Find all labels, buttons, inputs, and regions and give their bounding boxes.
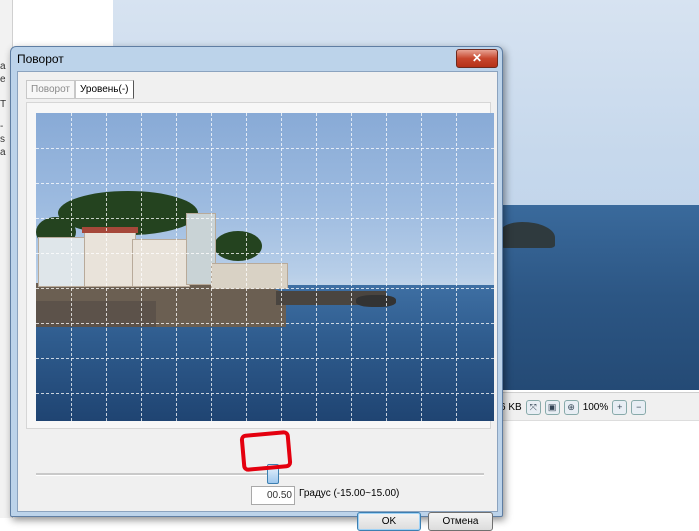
grid-line (36, 253, 494, 254)
zoom-level: 100% (582, 401, 609, 413)
dialog-title: Поворот (17, 52, 64, 66)
close-button[interactable]: ✕ (456, 49, 498, 68)
zoom-fit-icon[interactable]: ⊕ (563, 399, 579, 415)
grid-line (36, 323, 494, 324)
actual-size-icon[interactable]: ▣ (544, 399, 560, 415)
background-text-fragment: s (0, 134, 5, 145)
cancel-button[interactable]: Отмена (428, 512, 493, 531)
tab-level[interactable]: Уровень(-) (75, 80, 134, 99)
filesize-label: 6 KB (500, 401, 522, 413)
grid-line (456, 113, 457, 421)
grid-line (246, 113, 247, 421)
grid-line (316, 113, 317, 421)
grid-line (36, 183, 494, 184)
angle-value-input[interactable]: 00.50 (251, 486, 295, 505)
tab-rotate[interactable]: Поворот (26, 80, 75, 99)
zoom-out-icon[interactable]: − (631, 399, 647, 415)
zoom-in-icon[interactable]: + (612, 399, 628, 415)
grid-line (36, 358, 494, 359)
background-lower-panel (498, 420, 699, 519)
grid-line (106, 113, 107, 421)
background-text-fragment: а (0, 147, 6, 158)
background-image-toolbar: 6 KB ⤧ ▣ ⊕ 100% + − (498, 392, 699, 421)
background-text-fragment: а (0, 61, 6, 72)
grid-line (281, 113, 282, 421)
grid-line (141, 113, 142, 421)
rotation-grid (36, 113, 494, 421)
red-highlight-annotation (239, 429, 293, 473)
angle-range-label: Градус (-15.00~15.00) (299, 488, 400, 499)
grid-line (36, 288, 494, 289)
dialog-tabs: Поворот Уровень(-) (26, 80, 134, 99)
grid-line (176, 113, 177, 421)
background-text-fragment: Т (0, 99, 7, 110)
background-text-fragment: - (0, 121, 4, 132)
grid-line (36, 148, 494, 149)
preview-area (26, 102, 494, 429)
grid-line (351, 113, 352, 421)
angle-slider-track[interactable] (36, 473, 484, 476)
grid-line (71, 113, 72, 421)
grid-line (386, 113, 387, 421)
ok-button[interactable]: OK (357, 512, 421, 531)
grid-line (36, 218, 494, 219)
fit-icon[interactable]: ⤧ (525, 399, 541, 415)
background-text-fragment: е (0, 74, 6, 85)
preview-photo (36, 113, 494, 421)
grid-line (36, 393, 494, 394)
dialog-titlebar[interactable]: Поворот ✕ (11, 47, 502, 71)
grid-line (211, 113, 212, 421)
grid-line (421, 113, 422, 421)
